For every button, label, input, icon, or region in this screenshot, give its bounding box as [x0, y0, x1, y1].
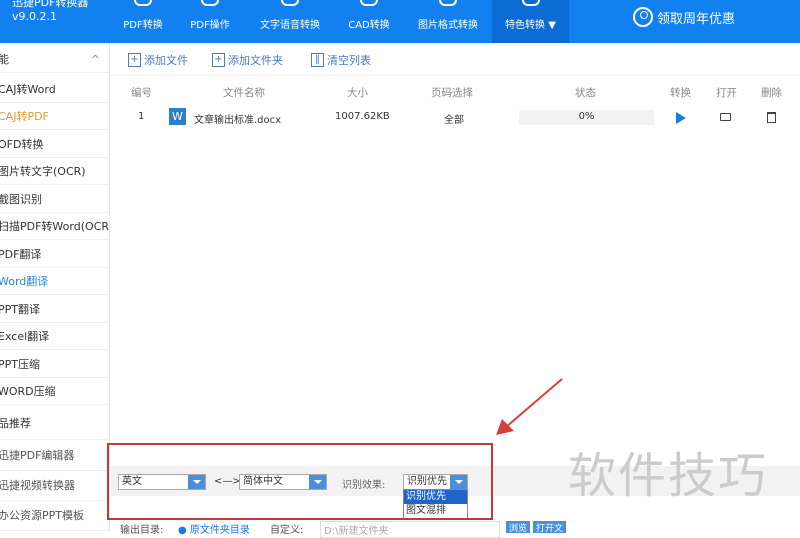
divider [111, 75, 800, 76]
sidebar-item[interactable]: PPT翻译 [0, 296, 109, 323]
product-link[interactable]: 迅捷PDF编辑器 [0, 441, 109, 471]
cad-icon [360, 0, 378, 6]
col-header: 页码选择 [431, 87, 473, 99]
sidebar-header[interactable]: 能^ [0, 46, 109, 73]
file-name: 文章输出标准.docx [194, 115, 282, 126]
nav-image-format[interactable]: 图片格式转换 [408, 0, 488, 43]
delete-icon[interactable] [767, 112, 776, 123]
nav-text-voice[interactable]: 文字语音转换 [250, 0, 330, 43]
file-size: 1007.62KB [335, 111, 390, 122]
chevron-up-icon: ^ [90, 53, 100, 66]
add-file-button[interactable]: + 添加文件 [128, 52, 188, 68]
col-header: 编号 [131, 87, 152, 99]
sidebar-item[interactable]: OFD转换 [0, 131, 109, 158]
app-title: 迅捷PDF转换器 [12, 0, 89, 9]
nav-cad[interactable]: CAD转换 [338, 0, 400, 43]
custom-label: 自定义: [270, 525, 304, 536]
promo-button[interactable]: 领取周年优惠 [633, 7, 735, 27]
voice-icon [281, 0, 299, 6]
output-label: 输出目录: [120, 525, 164, 536]
add-folder-button[interactable]: + 添加文件夹 [212, 52, 283, 68]
word-file-icon: W [169, 108, 186, 125]
nav-pdf-operate[interactable]: PDF操作 [180, 0, 240, 43]
progress-bar: 0% [519, 110, 654, 125]
image-icon [439, 0, 457, 6]
nav-pdf-convert[interactable]: PDF转换 [113, 0, 173, 43]
play-icon[interactable] [676, 112, 686, 124]
app-version: v9.0.2.1 [12, 10, 57, 23]
folder-open-icon[interactable] [720, 113, 731, 121]
add-folder-icon: + [212, 53, 225, 67]
sidebar-item[interactable]: 图片转文字(OCR) [0, 158, 109, 185]
special-convert-icon [521, 0, 540, 6]
sidebar-item[interactable]: 扫描PDF转Word(OCR) [0, 213, 109, 240]
add-file-icon: + [128, 53, 141, 67]
col-header: 文件名称 [223, 87, 265, 99]
col-header: 状态 [575, 87, 596, 99]
sidebar-item[interactable]: PPT压缩 [0, 351, 109, 378]
row-number: 1 [138, 111, 145, 122]
header: 迅捷PDF转换器 v9.0.2.1 PDF转换 PDF操作 文字语音转换 CAD… [0, 0, 800, 43]
user-icon [633, 7, 653, 27]
annotation-arrow-icon [496, 378, 563, 435]
page-select[interactable]: 全部 [444, 111, 464, 126]
sidebar-item[interactable]: CAJ转Word [0, 76, 109, 103]
browse-button[interactable]: 浏览 [506, 521, 531, 534]
sidebar-item[interactable]: Excel翻译 [0, 323, 109, 350]
sidebar-section: 品推荐 [0, 408, 109, 440]
nav-special[interactable]: 特色转换 ▼ [492, 0, 569, 43]
highlight-box [107, 443, 493, 520]
watermark: 软件技巧 [568, 448, 769, 504]
clear-list-button[interactable]: ‖ 清空列表 [311, 52, 371, 68]
col-header: 大小 [347, 87, 368, 99]
sidebar-item-active[interactable]: Word翻译 [0, 268, 109, 295]
pdf-convert-icon [134, 0, 152, 6]
sidebar-item[interactable]: WORD压缩 [0, 378, 109, 405]
trash-icon: ‖ [311, 53, 324, 67]
output-path-input[interactable]: D:\新建文件夹 [320, 521, 500, 538]
col-header: 打开 [716, 87, 737, 99]
radio-original[interactable]: ● 原文件夹目录 [178, 521, 250, 536]
product-link[interactable]: 办公资源PPT模板 [0, 501, 109, 531]
col-header: 转换 [670, 87, 691, 99]
pdf-operate-icon [201, 0, 219, 6]
sidebar-item[interactable]: PDF翻译 [0, 241, 109, 268]
product-link[interactable]: 迅捷视频转换器 [0, 471, 109, 501]
sidebar-item[interactable]: 截图识别 [0, 186, 109, 213]
sidebar: 能^ CAJ转Word CAJ转PDF OFD转换 图片转文字(OCR) 截图识… [0, 43, 110, 531]
col-header: 删除 [761, 87, 782, 99]
open-folder-button[interactable]: 打开文 [533, 521, 567, 534]
sidebar-item[interactable]: CAJ转PDF [0, 103, 109, 130]
